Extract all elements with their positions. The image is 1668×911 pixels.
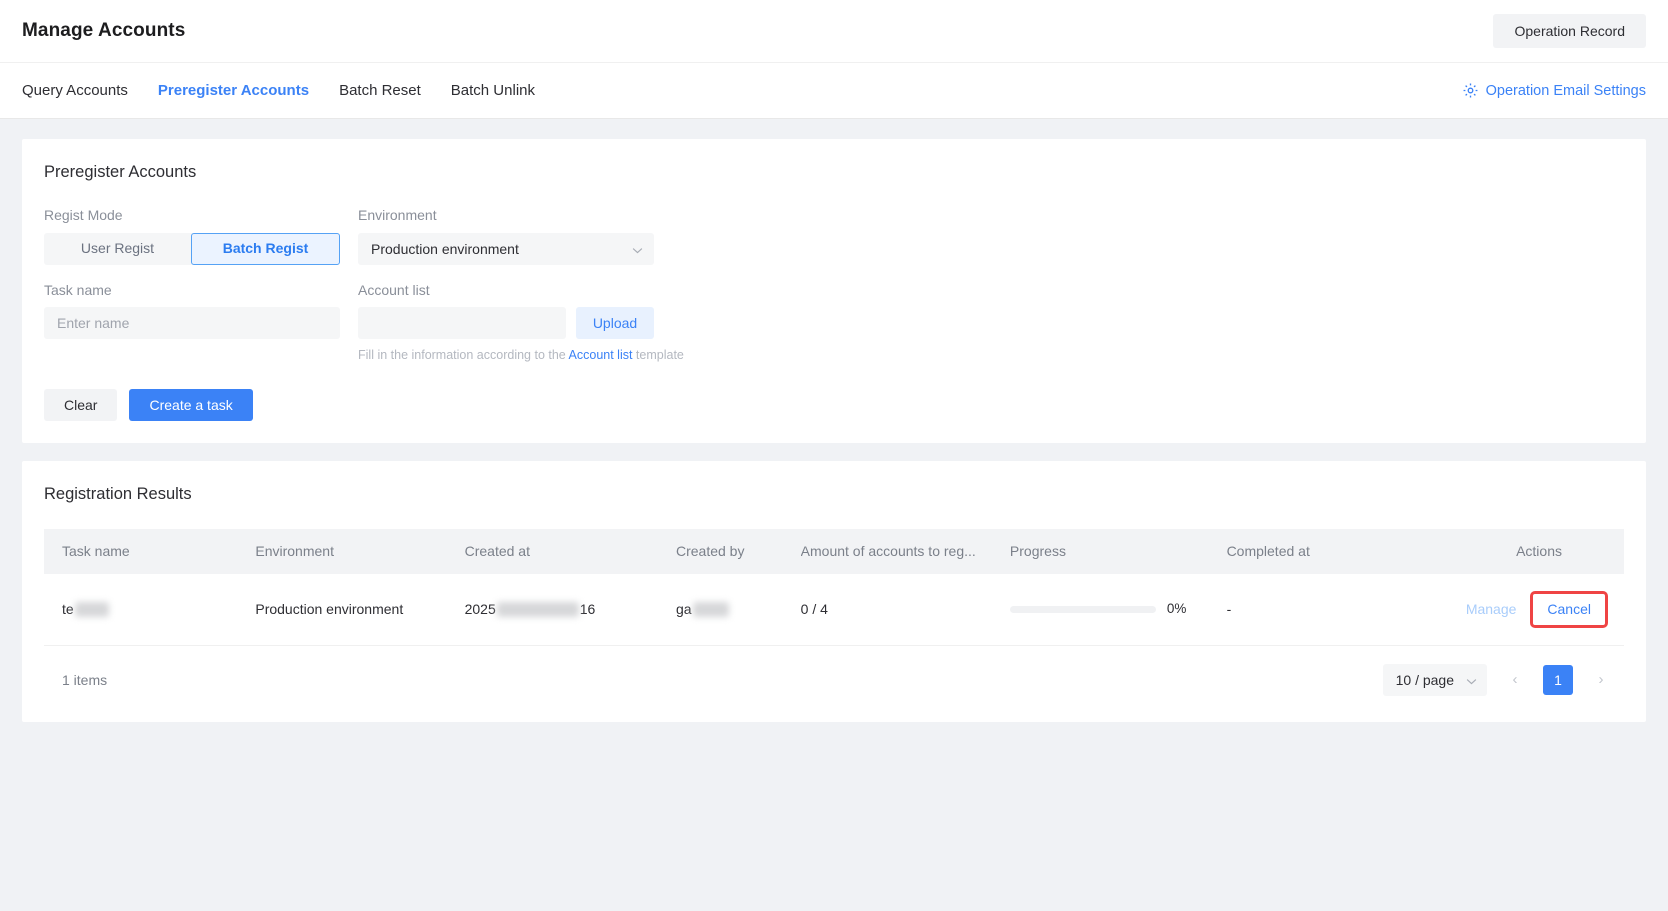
- task-name-input[interactable]: [44, 307, 340, 340]
- account-list-label: Account list: [358, 281, 430, 298]
- operation-email-settings-label: Operation Email Settings: [1485, 82, 1646, 99]
- account-list-template-link[interactable]: Account list: [569, 348, 633, 362]
- operation-email-settings-link[interactable]: Operation Email Settings: [1462, 82, 1646, 99]
- table-header: Task name Environment Created at Created…: [44, 529, 1624, 574]
- items-count-label: 1 items: [62, 671, 108, 688]
- column-header-actions: Actions: [1433, 529, 1624, 574]
- table-row: te Production environment 2025 16 ga 0 /…: [44, 573, 1624, 646]
- task-name-label: Task name: [44, 281, 112, 298]
- table-body: te Production environment 2025 16 ga 0 /…: [44, 573, 1624, 646]
- chevron-down-icon: [632, 241, 643, 257]
- account-list-hint-suffix: template: [632, 348, 684, 363]
- created-at-value: 2025 16: [465, 601, 596, 618]
- manage-link[interactable]: Manage: [1466, 601, 1531, 618]
- registration-results-card: Registration Results Task name Environme…: [22, 461, 1646, 722]
- page-size-select[interactable]: 10 / page: [1382, 663, 1487, 696]
- tab-bar: Query Accounts Preregister Accounts Batc…: [0, 63, 1668, 119]
- progress-bar-track: [1009, 605, 1156, 613]
- regist-mode-label: Regist Mode: [44, 206, 123, 223]
- page-title: Manage Accounts: [22, 20, 186, 41]
- gear-icon: [1462, 82, 1479, 99]
- registration-results-table: Task name Environment Created at Created…: [44, 529, 1624, 646]
- created-at-suffix-text: 16: [579, 600, 596, 617]
- column-header-environment: Environment: [255, 529, 465, 574]
- cell-completed-at: -: [1226, 573, 1434, 646]
- tab-query-accounts[interactable]: Query Accounts: [22, 82, 128, 100]
- environment-selected-value: Production environment: [371, 240, 519, 257]
- task-name-value: te: [62, 601, 109, 618]
- form-row-mode-environment: Regist Mode User Regist Batch Regist Env…: [44, 207, 1624, 265]
- cell-progress: 0%: [1009, 573, 1227, 646]
- created-at-prefix-text: 2025: [464, 600, 496, 617]
- column-header-created-at: Created at: [464, 529, 676, 574]
- created-by-redaction: [692, 601, 729, 617]
- clear-button[interactable]: Clear: [44, 389, 118, 422]
- account-list-upload-row: Upload: [358, 307, 654, 340]
- operation-record-button[interactable]: Operation Record: [1493, 13, 1646, 49]
- create-a-task-button[interactable]: Create a task: [129, 389, 253, 422]
- pagination-bar: 1 items 10 / page ‹ 1 ›: [44, 646, 1624, 700]
- content-area: Preregister Accounts Regist Mode User Re…: [0, 119, 1668, 722]
- chevron-left-icon[interactable]: ‹: [1500, 665, 1530, 695]
- created-by-value: ga: [676, 601, 729, 618]
- chevron-down-icon: [1466, 672, 1477, 688]
- cell-environment: Production environment: [255, 573, 465, 646]
- column-header-amount: Amount of accounts to reg...: [800, 529, 1010, 574]
- environment-label: Environment: [358, 206, 437, 223]
- regist-mode-option-batch-regist[interactable]: Batch Regist: [191, 232, 340, 265]
- task-name-visible-text: te: [62, 600, 74, 617]
- tab-list: Query Accounts Preregister Accounts Batc…: [22, 82, 535, 100]
- tab-batch-unlink[interactable]: Batch Unlink: [451, 82, 535, 100]
- form-action-buttons: Clear Create a task: [44, 389, 1624, 422]
- cell-actions: Manage Cancel: [1433, 573, 1624, 646]
- regist-mode-segmented-control: User Regist Batch Regist: [44, 232, 340, 265]
- page-header: Manage Accounts Operation Record: [0, 0, 1668, 63]
- column-header-created-by: Created by: [675, 529, 801, 574]
- cell-created-by: ga: [675, 573, 801, 646]
- cell-task-name: te: [44, 573, 256, 646]
- cancel-highlight-box: Cancel: [1530, 590, 1608, 628]
- pagination-controls: 10 / page ‹ 1 ›: [1382, 663, 1616, 696]
- created-at-redaction: [496, 601, 579, 617]
- preregister-card-title: Preregister Accounts: [44, 163, 197, 181]
- progress-percent-label: 0%: [1166, 601, 1187, 617]
- upload-button[interactable]: Upload: [576, 307, 654, 340]
- chevron-right-icon[interactable]: ›: [1586, 665, 1616, 695]
- progress-bar-group: 0%: [1009, 601, 1227, 617]
- tab-preregister-accounts[interactable]: Preregister Accounts: [158, 82, 309, 100]
- task-name-field: Task name: [44, 282, 340, 364]
- regist-mode-field: Regist Mode User Regist Batch Regist: [44, 207, 340, 265]
- account-list-field: Account list Upload Fill in the informat…: [358, 281, 684, 364]
- environment-field: Environment Production environment: [358, 207, 654, 265]
- tab-batch-reset[interactable]: Batch Reset: [339, 82, 421, 100]
- environment-select[interactable]: Production environment: [358, 232, 654, 265]
- row-actions: Manage Cancel: [1434, 590, 1624, 628]
- page-number-1-button[interactable]: 1: [1543, 664, 1573, 695]
- table-header-row: Task name Environment Created at Created…: [44, 529, 1624, 574]
- preregister-accounts-card: Preregister Accounts Regist Mode User Re…: [22, 139, 1646, 444]
- cell-created-at: 2025 16: [464, 573, 676, 646]
- column-header-task-name: Task name: [44, 529, 256, 574]
- account-list-hint: Fill in the information according to the…: [358, 348, 684, 363]
- cancel-link[interactable]: Cancel: [1547, 601, 1591, 617]
- account-list-input[interactable]: [358, 307, 566, 340]
- column-header-progress: Progress: [1009, 529, 1227, 574]
- column-header-completed-at: Completed at: [1226, 529, 1434, 574]
- cell-amount: 0 / 4: [800, 573, 1010, 646]
- page-size-value: 10 / page: [1395, 671, 1454, 688]
- registration-results-title: Registration Results: [44, 485, 192, 504]
- form-row-taskname-accountlist: Task name Account list Upload Fill in th…: [44, 282, 1624, 364]
- regist-mode-option-user-regist[interactable]: User Regist: [44, 233, 191, 265]
- created-by-visible-text: ga: [675, 600, 692, 617]
- task-name-redaction: [74, 601, 109, 617]
- account-list-hint-prefix: Fill in the information according to the: [358, 348, 569, 363]
